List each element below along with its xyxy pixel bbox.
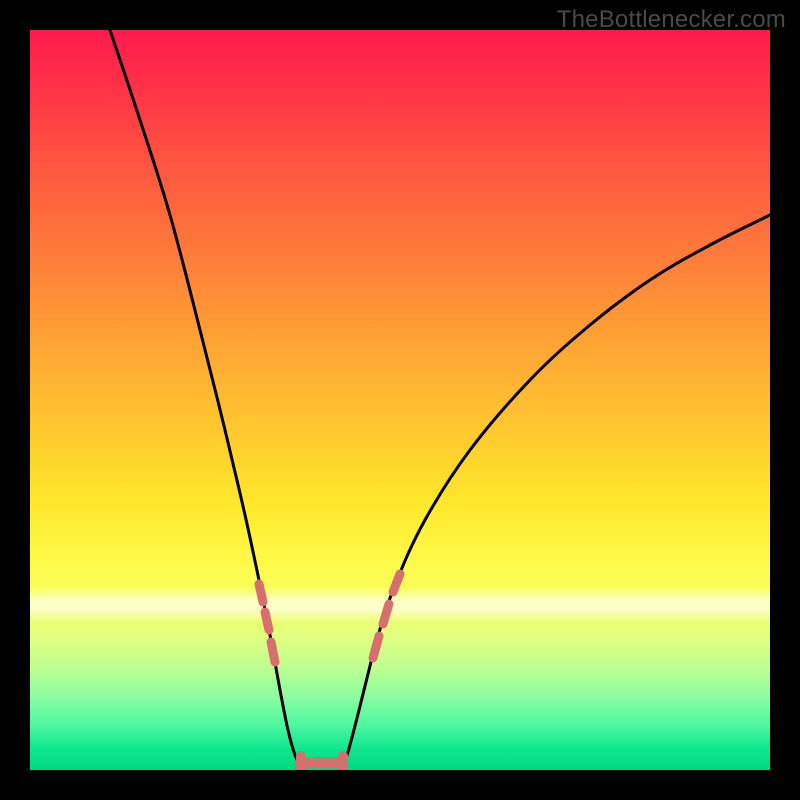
chart-frame: TheBottlenecker.com [0, 0, 800, 800]
right-curve [342, 215, 770, 769]
dash-segment [259, 584, 263, 602]
dash-segment [265, 612, 269, 630]
plot-area [30, 30, 770, 770]
watermark-text: TheBottlenecker.com [557, 6, 786, 34]
dash-segment [383, 604, 389, 624]
dash-segment [271, 642, 275, 662]
dash-segment [373, 636, 379, 658]
curves-svg [30, 30, 770, 770]
dash-segment [393, 574, 400, 592]
